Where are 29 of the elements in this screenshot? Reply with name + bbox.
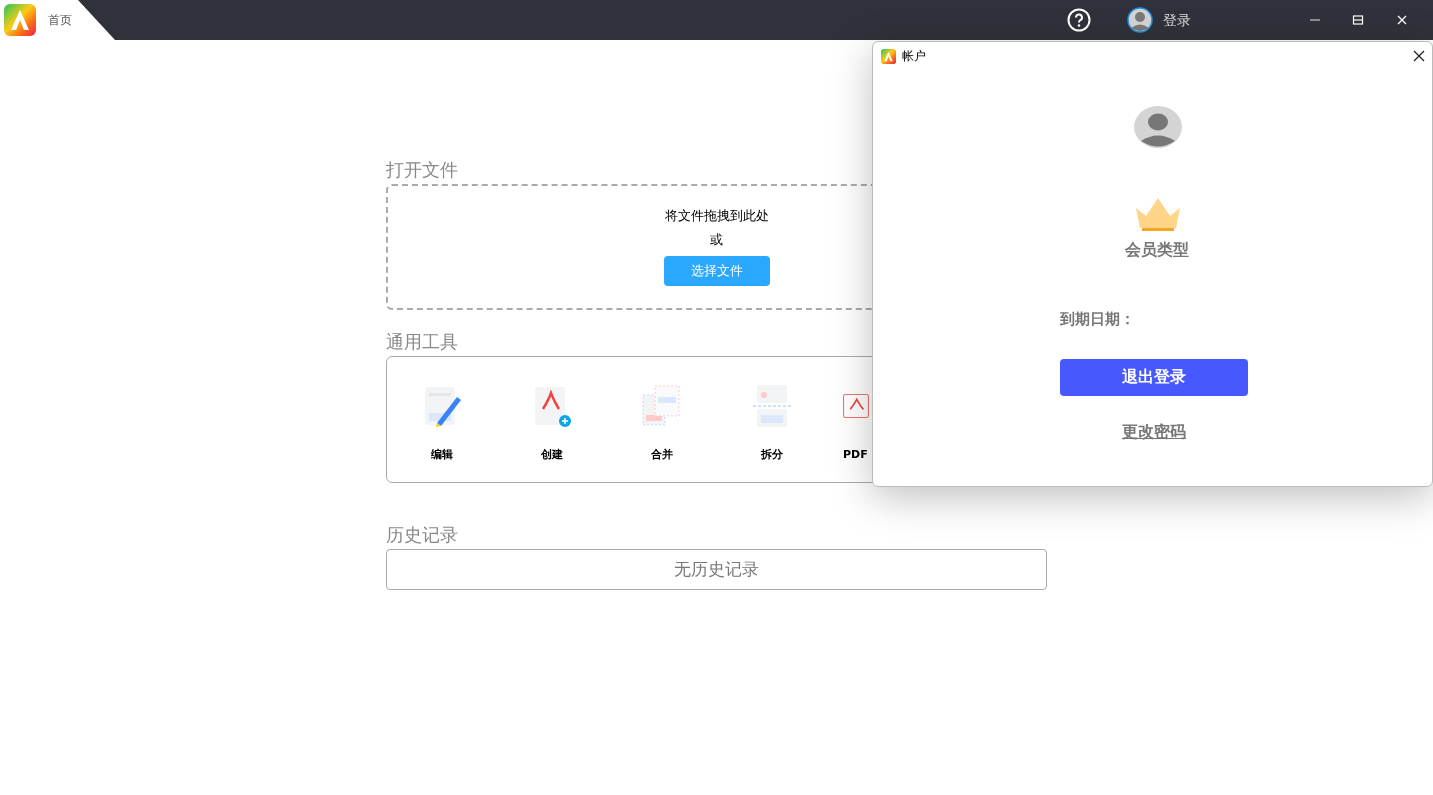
or-label: 或 — [710, 231, 723, 249]
avatar-icon — [1133, 106, 1182, 148]
app-logo-icon — [4, 4, 36, 36]
tool-item[interactable]: PDF — [827, 357, 937, 482]
section-heading: 打开文件 — [386, 158, 459, 182]
change-password-link[interactable]: 更改密码 — [1122, 419, 1186, 444]
help-icon[interactable] — [1067, 8, 1091, 32]
tool-item[interactable]: 编辑 — [387, 357, 497, 482]
section-heading: 历史记录 — [386, 523, 459, 547]
document-split-icon — [751, 383, 793, 429]
member-type-label: 会员类型 — [1124, 239, 1189, 261]
dialog-title: 帐户 — [902, 48, 926, 65]
expiry-date-label: 到期日期： — [1060, 309, 1136, 330]
document-convert-icon — [843, 394, 869, 418]
maximize-icon[interactable] — [1352, 14, 1364, 26]
logout-button[interactable]: 退出登录 — [1060, 358, 1248, 396]
drop-hint: 将文件拖拽到此处 — [664, 207, 769, 225]
empty-history-text: 无历史记录 — [674, 557, 759, 581]
documents-merge-icon — [641, 383, 683, 429]
tool-item[interactable]: 拆分 — [717, 357, 827, 482]
section-heading: 通用工具 — [386, 330, 459, 354]
tool-item[interactable]: 合并 — [607, 357, 717, 482]
home-tab[interactable]: 首页 — [0, 0, 115, 40]
tool-item[interactable]: 创建 — [497, 357, 607, 482]
login-button[interactable]: 登录 — [1163, 9, 1191, 31]
app-logo-icon — [881, 48, 896, 64]
avatar-icon[interactable] — [1127, 7, 1153, 33]
crown-icon — [1133, 198, 1182, 234]
close-icon[interactable] — [1413, 50, 1425, 62]
